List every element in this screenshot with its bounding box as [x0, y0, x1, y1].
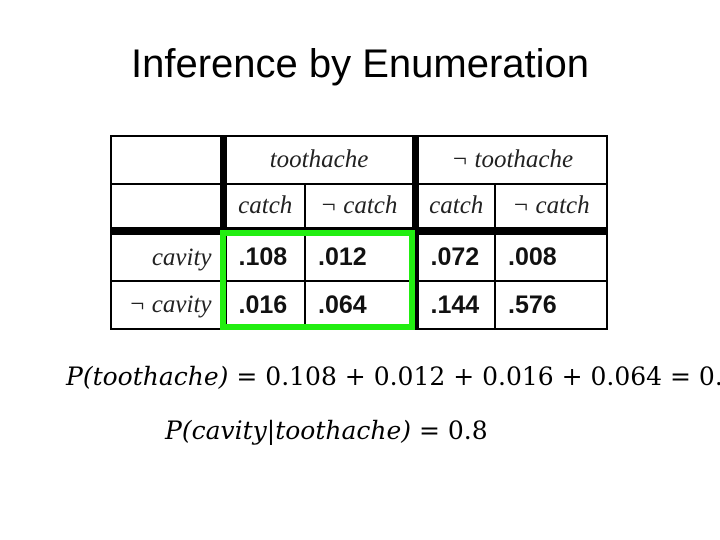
cell-value: .016 [219, 280, 306, 330]
formula-rhs: = 0.108 + 0.012 + 0.016 + 0.064 = 0.2 [236, 362, 720, 391]
joint-distribution-table: toothache ¬ toothache catch ¬ catch catc… [110, 135, 608, 330]
subheader-not-catch: ¬ catch [304, 183, 416, 235]
empty-corner-cell [110, 135, 224, 185]
table-subheader-row: catch ¬ catch catch ¬ catch [110, 183, 608, 235]
empty-corner-cell [110, 183, 224, 235]
subheader-catch: catch [411, 183, 496, 235]
row-label-not-cavity: ¬ cavity [110, 280, 224, 330]
cell-value: .012 [304, 230, 416, 282]
formula-p-toothache: P(toothache) = 0.108 + 0.012 + 0.016 + 0… [66, 362, 720, 391]
formula-lhs: P(cavity|toothache) [165, 416, 412, 445]
cell-value: .144 [411, 280, 496, 330]
slide-title: Inference by Enumeration [130, 42, 590, 86]
formula-rhs: = 0.8 [419, 416, 488, 445]
cell-value: .008 [494, 230, 608, 282]
row-label-cavity: cavity [110, 230, 224, 282]
header-toothache: toothache [219, 135, 416, 185]
subheader-not-catch: ¬ catch [494, 183, 608, 235]
cell-value: .108 [219, 230, 306, 282]
header-not-toothache: ¬ toothache [411, 135, 608, 185]
formula-p-cavity-given-toothache: P(cavity|toothache) = 0.8 [165, 416, 488, 445]
table-header-row: toothache ¬ toothache [110, 135, 608, 185]
cell-value: .072 [411, 230, 496, 282]
subheader-catch: catch [219, 183, 306, 235]
table-row: cavity .108 .012 .072 .008 [110, 230, 608, 282]
cell-value: .576 [494, 280, 608, 330]
cell-value: .064 [304, 280, 416, 330]
formula-lhs: P(toothache) [66, 362, 229, 391]
table-row: ¬ cavity .016 .064 .144 .576 [110, 280, 608, 330]
